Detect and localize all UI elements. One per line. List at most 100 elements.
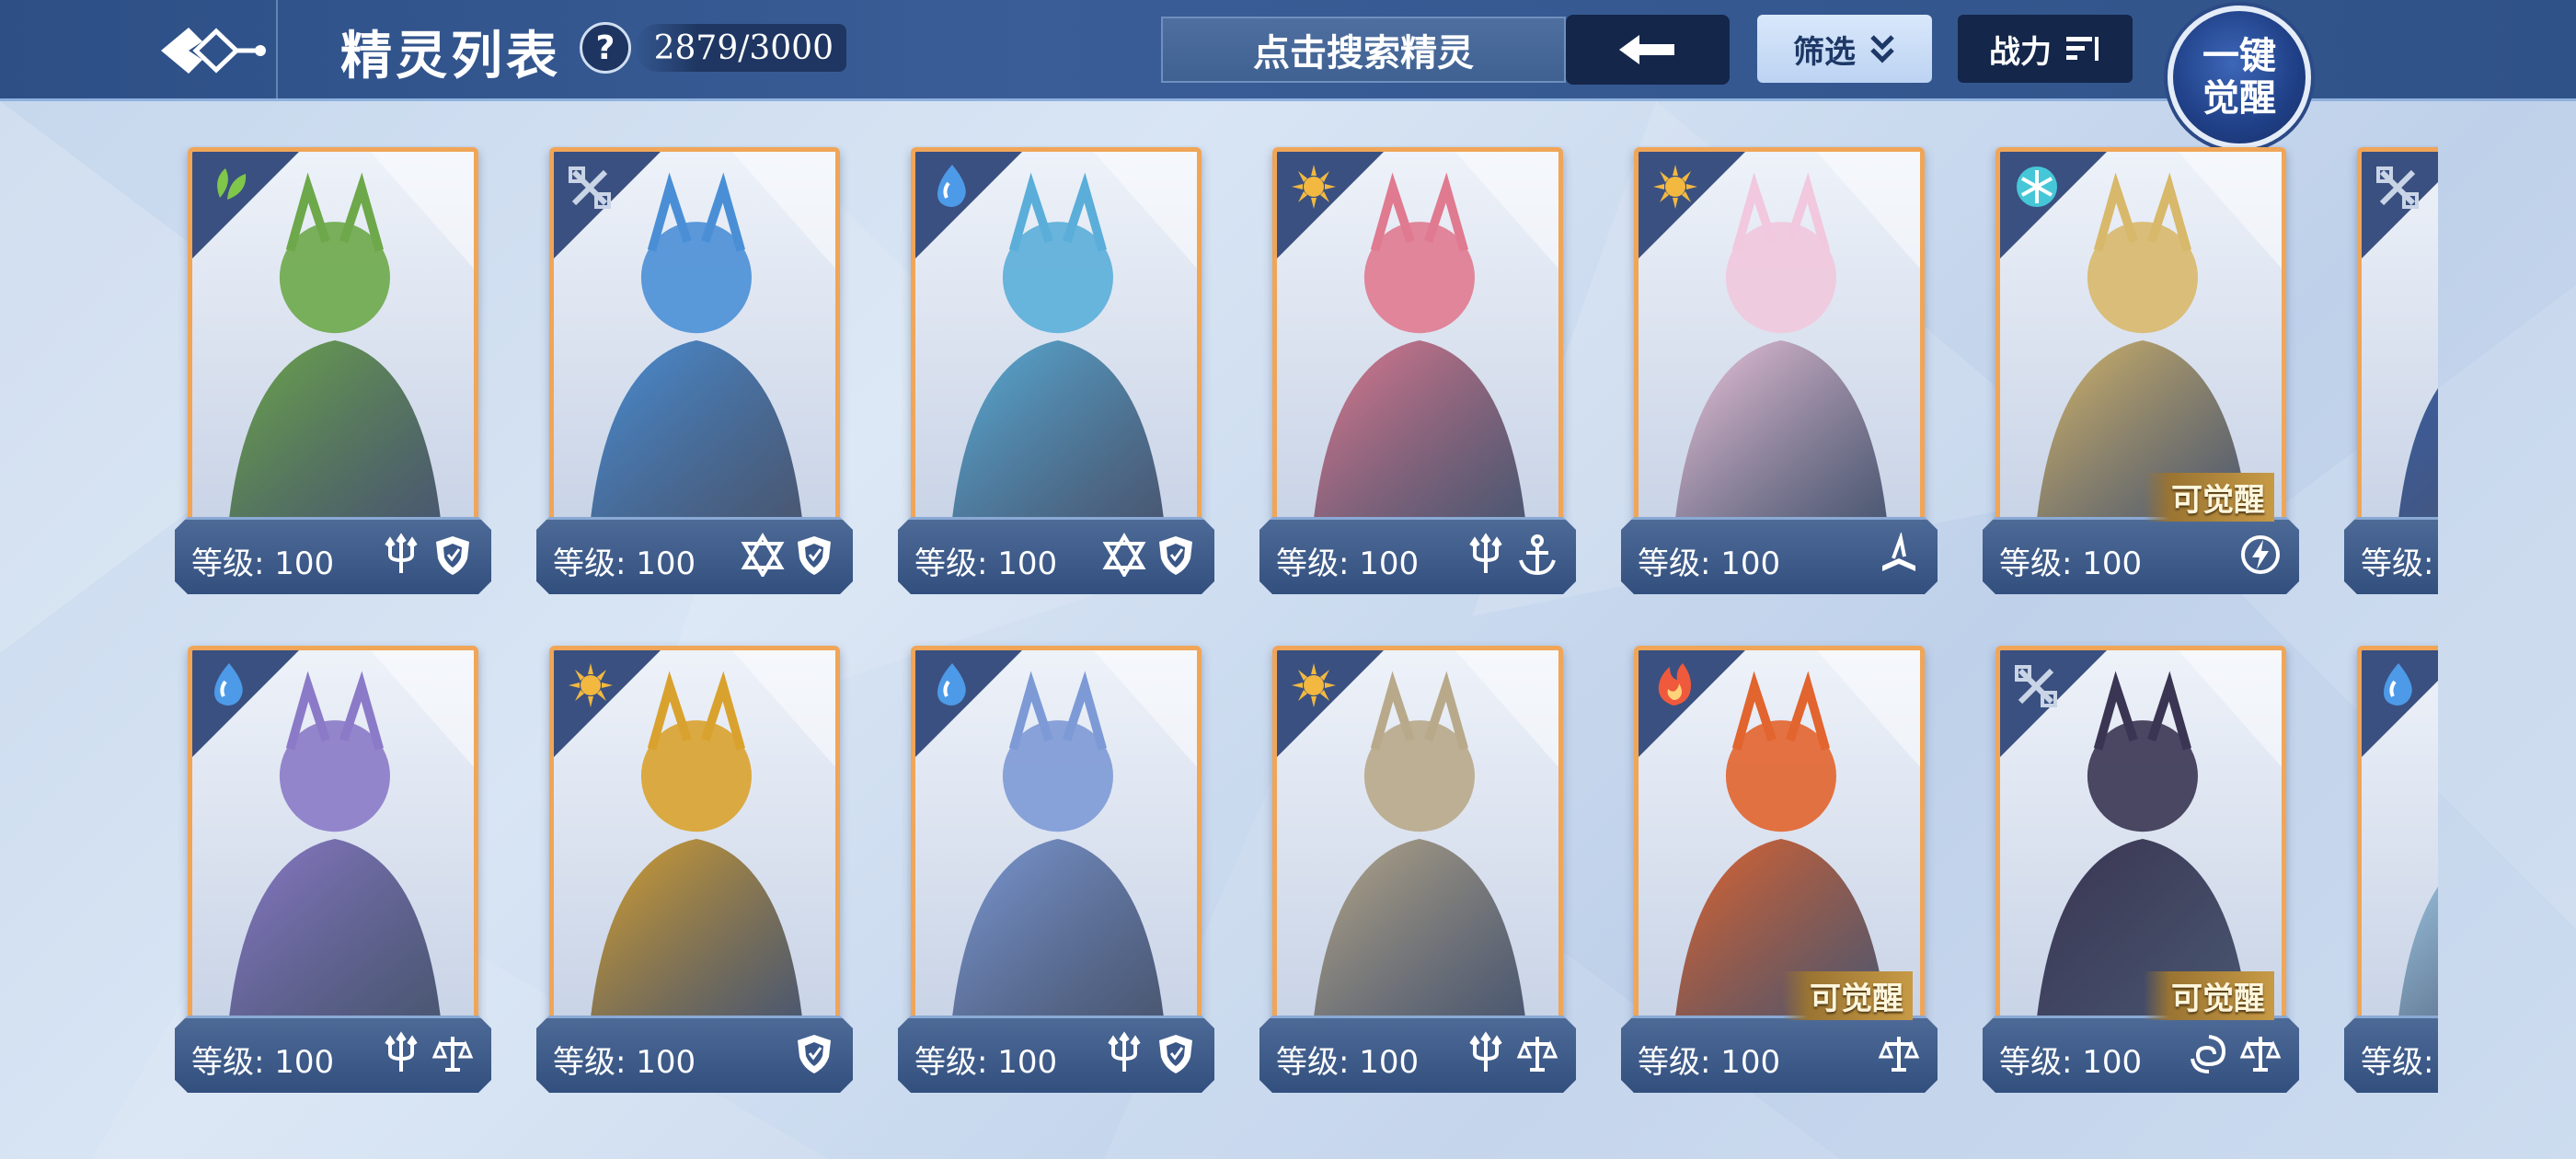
water-drop-icon [915, 650, 1022, 757]
level-label: 等级: 100 [1999, 545, 2143, 582]
spirit-portrait [188, 147, 478, 534]
spirit-card[interactable]: 等级: 100 [2344, 644, 2438, 1095]
water-drop-icon [192, 650, 299, 757]
level-label: 等级: 100 [553, 545, 696, 582]
level-plate: 等级: 100 [1983, 517, 2299, 594]
spirit-portrait [2357, 147, 2438, 534]
level-plate: 等级: 100 [1621, 517, 1938, 594]
double-chevron-down-icon [1870, 35, 1894, 63]
level-label: 等级: 100 [2361, 545, 2438, 582]
star-emblem-icon [741, 533, 785, 579]
spirit-card[interactable]: 可觉醒 等级: 100 [1983, 145, 2299, 596]
back-arrow-icon [161, 28, 266, 74]
search-go-button[interactable] [1566, 15, 1730, 85]
trait-icons [1877, 531, 1921, 577]
trident-icon [379, 533, 423, 577]
spirit-card[interactable]: 等级: 100 [1259, 644, 1576, 1095]
spirit-card[interactable]: 等级: 100 [536, 145, 853, 596]
search-placeholder: 点击搜索精灵 [1253, 32, 1474, 75]
spirit-portrait [1272, 147, 1563, 534]
power-label: 战力 [1989, 33, 2052, 71]
spirit-portrait [2357, 646, 2438, 1032]
spirit-portrait [549, 147, 840, 534]
spirit-portrait: 可觉醒 [1995, 147, 2286, 534]
spirit-portrait: 可觉醒 [1634, 646, 1925, 1032]
trident-icon [379, 1031, 423, 1075]
spirit-card[interactable]: 可觉醒 等级: 100 [1983, 644, 2299, 1095]
level-plate: 等级: 100 [898, 1016, 1214, 1093]
level-label: 等级: 100 [1638, 545, 1781, 582]
trait-icons [792, 1031, 836, 1075]
dimension-cross-icon [2362, 152, 2438, 258]
spirit-count: 2879/3000 [635, 24, 846, 72]
level-plate: 等级: 100 [1259, 1016, 1576, 1093]
trait-icons [2187, 1031, 2283, 1075]
spirit-card[interactable]: 等级: 100 [536, 644, 853, 1095]
spirit-portrait [911, 646, 1202, 1032]
level-plate: 等级: 100 [2344, 1016, 2438, 1093]
trident-icon [1464, 1031, 1508, 1075]
spirit-card[interactable]: 等级: 100 [1621, 145, 1938, 596]
sort-power-button[interactable]: 战力 [1958, 15, 2133, 83]
level-label: 等级: 100 [1999, 1044, 2143, 1081]
level-label: 等级: 100 [2361, 1044, 2438, 1081]
filter-button[interactable]: 筛选 [1757, 15, 1932, 83]
ice-snowflake-icon [2000, 152, 2107, 258]
level-plate: 等级: 100 [2344, 517, 2438, 594]
level-plate: 等级: 100 [1621, 1016, 1938, 1093]
help-button[interactable]: ? [580, 22, 631, 74]
filter-label: 筛选 [1793, 33, 1856, 71]
water-drop-icon [2362, 650, 2438, 757]
top-bar: 精灵列表 ? 2879/3000 点击搜索精灵 筛选 战力 一键 觉醒 [0, 0, 2576, 149]
spirit-portrait [549, 646, 840, 1032]
scales-icon [2238, 1031, 2283, 1075]
trident-icon [1102, 1031, 1146, 1075]
trait-icons [1464, 1031, 1559, 1075]
spirit-grid: 等级: 100 等级: 100 等级: 100 等级: 100 等级: 100 可觉醒 等级… [175, 145, 2438, 1102]
level-label: 等级: 100 [1276, 545, 1420, 582]
level-plate: 等级: 100 [536, 1016, 853, 1093]
spirit-portrait [911, 147, 1202, 534]
awakenable-tag: 可觉醒 [2144, 971, 2274, 1020]
spirit-card[interactable]: 等级: 100 [898, 145, 1214, 596]
spirit-card[interactable]: 等级: 100 [2344, 145, 2438, 596]
spirit-portrait [188, 646, 478, 1032]
spirit-card[interactable]: 等级: 100 [898, 644, 1214, 1095]
trident-icon [1464, 533, 1508, 577]
spirit-portrait [1634, 147, 1925, 534]
light-sun-icon [1277, 152, 1384, 258]
level-plate: 等级: 100 [175, 517, 491, 594]
sort-descending-icon [2066, 37, 2099, 61]
back-button[interactable] [147, 13, 276, 88]
trait-icons [379, 1031, 475, 1075]
shield-icon [431, 533, 475, 577]
level-label: 等级: 100 [914, 545, 1058, 582]
fire-flame-icon [1639, 650, 1745, 757]
dimension-cross-icon [2000, 650, 2107, 757]
one-click-awaken-button[interactable]: 一键 觉醒 [2168, 6, 2311, 149]
level-plate: 等级: 100 [536, 517, 853, 594]
arrow-left-icon [1619, 35, 1674, 64]
level-label: 等级: 100 [553, 1044, 696, 1081]
level-label: 等级: 100 [914, 1044, 1058, 1081]
shield-icon [792, 533, 836, 577]
spirit-card[interactable]: 可觉醒 等级: 100 [1621, 644, 1938, 1095]
awakenable-tag: 可觉醒 [2144, 473, 2274, 522]
level-label: 等级: 100 [1276, 1044, 1420, 1081]
spirit-portrait: 可觉醒 [1995, 646, 2286, 1032]
spirit-card[interactable]: 等级: 100 [175, 644, 491, 1095]
spirit-card[interactable]: 等级: 100 [1259, 145, 1576, 596]
level-label: 等级: 100 [191, 1044, 335, 1081]
book-icon [1877, 531, 1921, 577]
awaken-line2: 觉醒 [2202, 76, 2276, 120]
search-input[interactable]: 点击搜索精灵 [1161, 17, 1566, 83]
scales-icon [1877, 1031, 1921, 1075]
spirit-card[interactable]: 等级: 100 [175, 145, 491, 596]
awakenable-tag: 可觉醒 [1782, 971, 1913, 1020]
shield-icon [792, 1031, 836, 1075]
scales-icon [1515, 1031, 1559, 1075]
shield-icon [1154, 1031, 1198, 1075]
light-sun-icon [1639, 152, 1745, 258]
anchor-icon [1515, 533, 1559, 577]
level-plate: 等级: 100 [898, 517, 1214, 594]
